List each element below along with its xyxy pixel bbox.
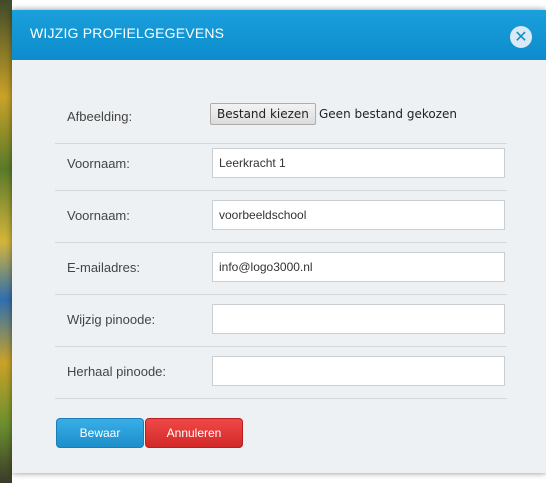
form-row-last-name: Voornaam: voorbeeldschool bbox=[55, 190, 507, 243]
pin-input[interactable] bbox=[212, 304, 505, 334]
last-name-input[interactable]: voorbeeldschool bbox=[212, 200, 505, 230]
last-name-label: Voornaam: bbox=[67, 208, 130, 223]
dialog-title: Wijzig profielgegevens bbox=[30, 25, 225, 41]
form-row-first-name: Voornaam: Leerkracht 1 bbox=[55, 138, 507, 191]
cancel-button[interactable]: Annuleren bbox=[145, 418, 243, 448]
form-row-pin-repeat: Herhaal pinoode: bbox=[55, 346, 507, 399]
pin-repeat-input[interactable] bbox=[212, 356, 505, 386]
save-button[interactable]: Bewaar bbox=[56, 418, 144, 448]
form-row-email: E-mailadres: info@logo3000.nl bbox=[55, 242, 507, 295]
dialog-titlebar: Wijzig profielgegevens ✕ bbox=[12, 10, 546, 60]
email-label: E-mailadres: bbox=[67, 260, 140, 275]
choose-file-button[interactable]: Bestand kiezen bbox=[210, 103, 316, 125]
edit-profile-dialog: Wijzig profielgegevens ✕ Afbeelding: Bes… bbox=[12, 10, 546, 473]
form-row-pin: Wijzig pinoode: bbox=[55, 294, 507, 347]
pin-label: Wijzig pinoode: bbox=[67, 312, 156, 327]
email-input[interactable]: info@logo3000.nl bbox=[212, 252, 505, 282]
background-strip bbox=[0, 0, 12, 483]
first-name-label: Voornaam: bbox=[67, 156, 130, 171]
close-icon[interactable]: ✕ bbox=[510, 26, 532, 48]
first-name-input[interactable]: Leerkracht 1 bbox=[212, 148, 505, 178]
image-label: Afbeelding: bbox=[67, 109, 133, 124]
file-status-text: Geen bestand gekozen bbox=[319, 107, 457, 121]
pin-repeat-label: Herhaal pinoode: bbox=[67, 364, 167, 379]
form-row-image: Afbeelding: Bestand kiezen Geen bestand … bbox=[55, 91, 507, 144]
